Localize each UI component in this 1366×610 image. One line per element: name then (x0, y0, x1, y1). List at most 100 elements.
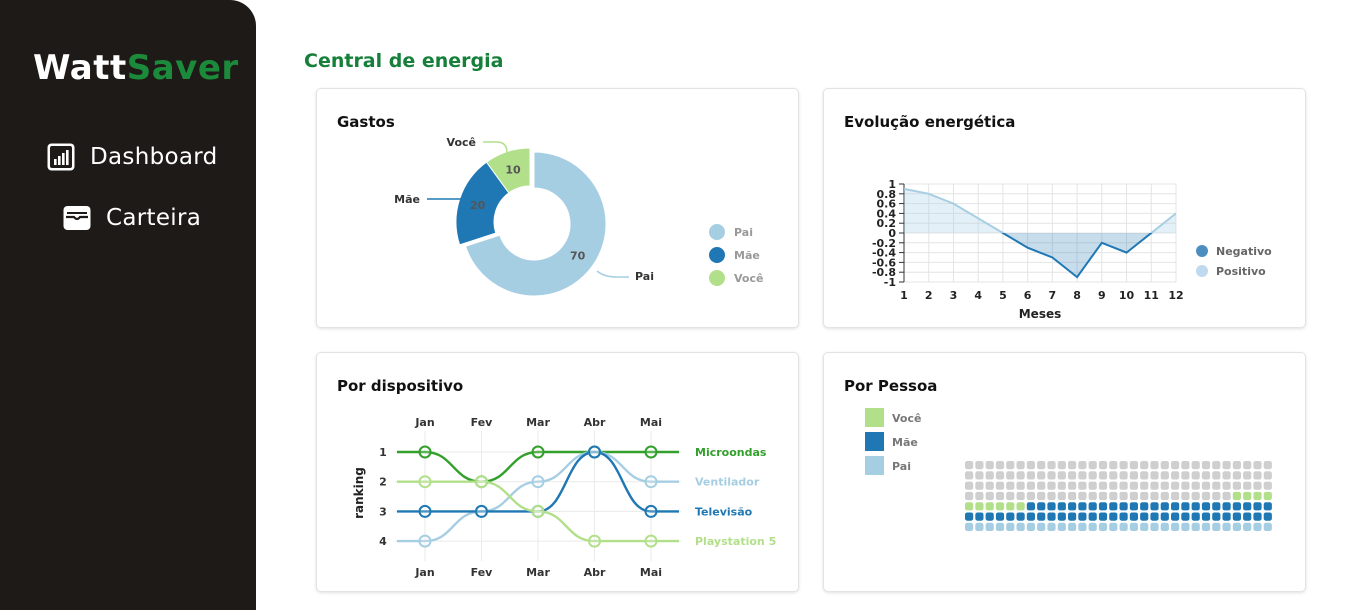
waffle-cell (1232, 512, 1241, 521)
x-tick-label: 6 (1024, 289, 1032, 302)
waffle-cell (1181, 481, 1190, 490)
series-point (644, 504, 658, 518)
waffle-cell (1253, 502, 1262, 511)
waffle-cell (1129, 471, 1138, 480)
waffle-cell (1201, 522, 1211, 531)
waffle-cell (1222, 512, 1231, 521)
waffle-cell (1243, 502, 1252, 511)
app-logo[interactable]: WattSaver (33, 48, 239, 88)
legend-label: Você (734, 272, 763, 285)
page-title: Central de energia (304, 50, 504, 72)
waffle-cell (1026, 512, 1035, 521)
waffle-cell (1232, 502, 1241, 511)
waffle-cell (1088, 461, 1097, 470)
x-tick-label-top: Fev (471, 416, 494, 429)
waffle-cell (995, 502, 1005, 511)
waffle-cell (1222, 461, 1231, 470)
waffle-cell (1212, 491, 1221, 501)
wallet-icon (62, 203, 92, 233)
waffle-cell (1068, 461, 1077, 470)
waffle-cell (1212, 502, 1221, 511)
waffle-cell (1109, 481, 1118, 490)
nav-item-carteira[interactable]: Carteira (62, 203, 201, 233)
donut-outer-label: Pai (635, 270, 654, 283)
waffle-cell (1222, 502, 1231, 511)
y-tick-label: 3 (379, 505, 387, 518)
waffle-cell (1181, 461, 1190, 470)
waffle-cell (1243, 481, 1252, 490)
waffle-cell (995, 471, 1005, 480)
waffle-cell (995, 481, 1005, 490)
x-tick-label-bottom: Abr (584, 566, 606, 579)
waffle-cell (1078, 522, 1087, 531)
waffle-cell (1263, 481, 1272, 490)
waffle-cell (1078, 481, 1087, 490)
donut-chart: 70 20 10 Pai Mãe Você Pai Mãe Você (394, 136, 763, 297)
bar-chart-icon (46, 142, 76, 172)
donut-value-label: 70 (570, 250, 586, 263)
waffle-cell (1212, 522, 1221, 531)
waffle-cell (1057, 491, 1066, 501)
waffle-cell (1006, 491, 1015, 501)
x-tick-label-top: Jan (414, 416, 434, 429)
nav-item-dashboard[interactable]: Dashboard (46, 142, 217, 172)
x-axis-label: Meses (1019, 307, 1062, 321)
waffle-cell (1037, 491, 1046, 501)
waffle-cell (1088, 491, 1097, 501)
x-tick-label: 2 (925, 289, 933, 302)
waffle-cell (1016, 471, 1025, 480)
waffle-cell (1140, 522, 1149, 531)
waffle-cell (975, 481, 984, 490)
donut-leader-line (596, 270, 629, 278)
waffle-cell (985, 491, 994, 501)
nav-label-carteira: Carteira (106, 205, 202, 231)
waffle-cell (1037, 461, 1046, 470)
waffle-cell (1037, 522, 1046, 531)
waffle-cell (1150, 502, 1159, 511)
card-dispositivo: Por dispositivo Jan Jan Fev Fev Mar Mar Abr Abr… (316, 352, 799, 592)
waffle-cell (1140, 512, 1149, 521)
waffle-cell (1171, 502, 1180, 511)
waffle-cell (1263, 502, 1272, 511)
legend-swatch (1196, 245, 1208, 257)
waffle-cell (1119, 522, 1128, 531)
waffle-cell (1119, 461, 1128, 470)
waffle-cell (1181, 512, 1190, 521)
waffle-cell (1098, 471, 1108, 480)
waffle-cell (1047, 512, 1056, 521)
waffle-cell (1171, 481, 1180, 490)
donut-value-label: 20 (470, 199, 486, 212)
waffle-cell (1068, 512, 1077, 521)
series-point (531, 445, 545, 459)
waffle-cell (1037, 471, 1046, 480)
legend-swatch (865, 456, 884, 475)
card-gastos: Gastos 70 20 10 Pai Mãe Você Pai Mãe Você (316, 88, 799, 328)
waffle-cell (1150, 522, 1159, 531)
x-tick-label-bottom: Fev (471, 566, 494, 579)
waffle-cell (1181, 471, 1190, 480)
waffle-cell (965, 481, 974, 490)
waffle-cell (1129, 502, 1138, 511)
legend-label: Negativo (1216, 245, 1272, 258)
x-tick-label: 8 (1073, 289, 1081, 302)
waffle-cell (1006, 522, 1015, 531)
waffle-cell (1232, 491, 1241, 501)
waffle-cell (1088, 512, 1097, 521)
x-tick-label: 4 (974, 289, 982, 302)
waffle-cell (1191, 512, 1200, 521)
series-point (644, 475, 658, 489)
legend-swatch (1196, 265, 1208, 277)
waffle-cell (1191, 502, 1200, 511)
x-tick-label: 10 (1119, 289, 1135, 302)
waffle-cell (1119, 471, 1128, 480)
waffle-chart: Você Mãe Pai (865, 408, 1272, 531)
waffle-cell (1026, 502, 1035, 511)
waffle-cell (1006, 512, 1015, 521)
series-point (418, 504, 432, 518)
waffle-cell (975, 491, 984, 501)
waffle-cell (1026, 481, 1035, 490)
waffle-cell (1016, 512, 1025, 521)
waffle-cell (1201, 491, 1211, 501)
series-point (588, 534, 601, 548)
waffle-cell (1098, 512, 1108, 521)
